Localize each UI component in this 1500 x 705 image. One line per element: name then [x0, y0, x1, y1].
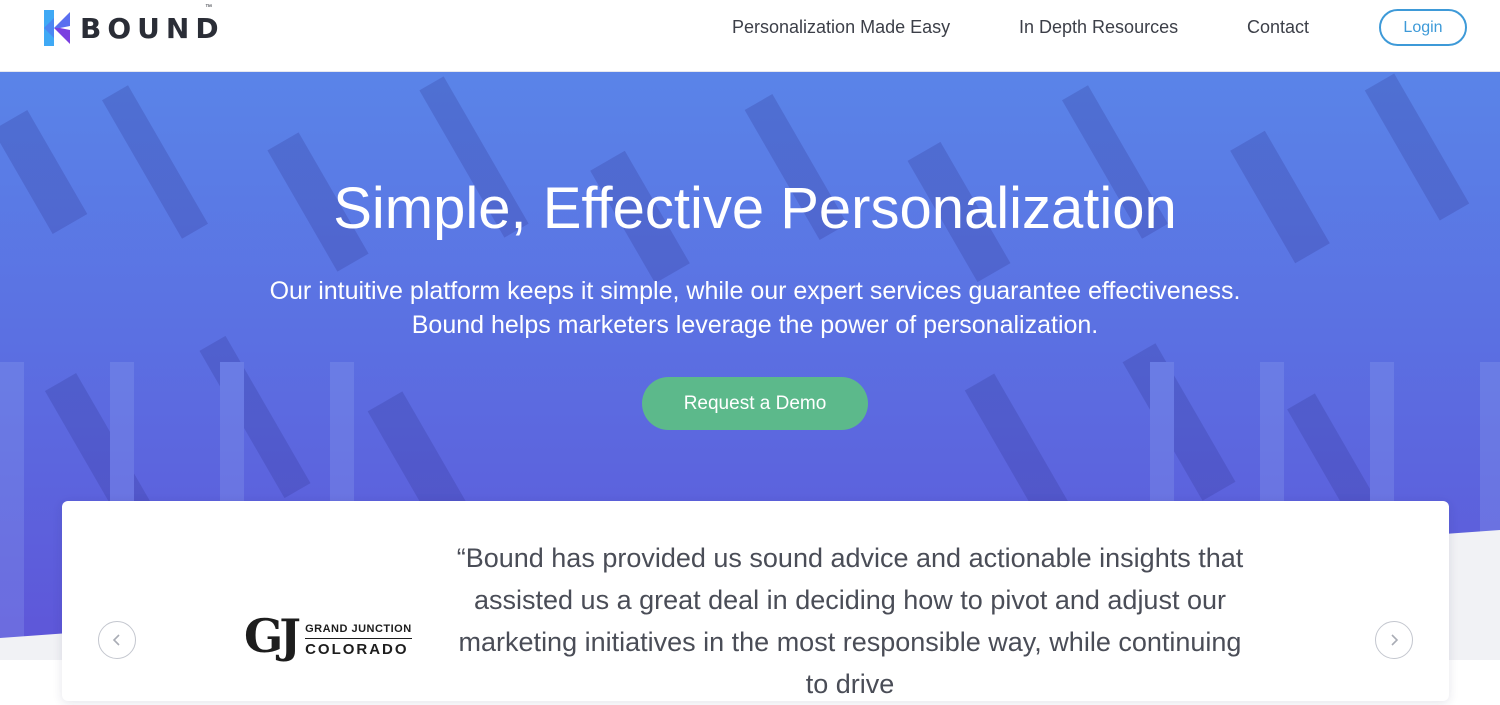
chevron-left-icon [112, 634, 120, 646]
hero-subtitle-line-1: Our intuitive platform keeps it simple, … [269, 277, 1241, 305]
gj-logo-line-1: GRAND JUNCTION [305, 623, 412, 635]
nav-in-depth-resources[interactable]: In Depth Resources [1019, 17, 1178, 38]
chevron-right-icon [1391, 634, 1399, 646]
nav-contact[interactable]: Contact [1247, 17, 1309, 38]
brand-name: BOUND [80, 11, 225, 45]
login-button[interactable]: Login [1379, 9, 1467, 46]
request-demo-button[interactable]: Request a Demo [642, 377, 868, 430]
site-header: BOUND ™ Personalization Made Easy In Dep… [0, 0, 1500, 72]
carousel-next-button[interactable] [1375, 621, 1413, 659]
quote-line-1: “Bound has provided us sound advice and … [456, 543, 1244, 573]
quote-line-2: assisted us a great deal in deciding how… [474, 585, 1226, 615]
grand-junction-logo: GJ GRAND JUNCTION COLORADO [244, 613, 412, 663]
hero-subtitle: Our intuitive platform keeps it simple, … [0, 274, 1500, 342]
nav-personalization-made-easy[interactable]: Personalization Made Easy [732, 17, 950, 38]
trademark-symbol: ™ [205, 4, 212, 11]
gj-logo-mark: GJ [244, 609, 301, 663]
carousel-prev-button[interactable] [98, 621, 136, 659]
hero-title: Simple, Effective Personalization [333, 176, 1177, 241]
hero-subtitle-line-2: Bound helps marketers leverage the power… [411, 311, 1099, 339]
bound-logo-icon [44, 10, 70, 46]
quote-line-3: marketing initiatives in the most respon… [458, 627, 1242, 699]
testimonial-card: GJ GRAND JUNCTION COLORADO “Bound has pr… [62, 501, 1449, 701]
bound-logo[interactable]: BOUND [44, 10, 225, 46]
testimonial-quote: “Bound has provided us sound advice and … [450, 537, 1250, 705]
gj-logo-line-2: COLORADO [305, 638, 412, 658]
